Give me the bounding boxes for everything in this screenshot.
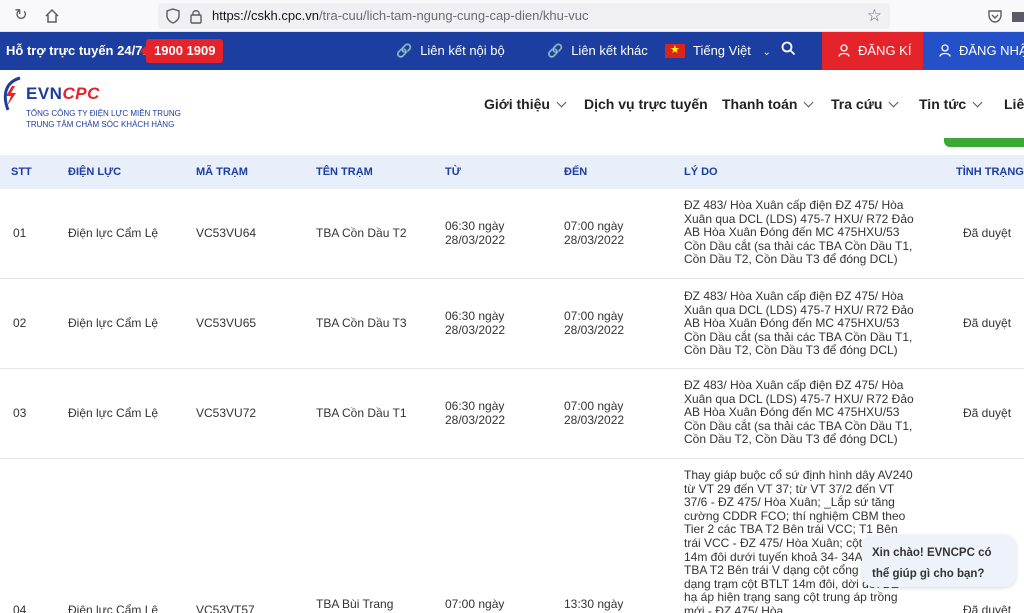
chevron-down-icon xyxy=(972,97,983,108)
cell-ten-tram: TBA Cồn Dầu T1 xyxy=(316,406,407,420)
url-text: https://cskh.cpc.vn/tra-cuu/lich-tam-ngu… xyxy=(212,8,589,23)
browser-toolbar: ↻ https://cskh.cpc.vn/tra-cuu/lich-tam-n… xyxy=(0,0,1024,32)
cell-tu: 06:30 ngày 28/03/2022 xyxy=(445,309,506,337)
cell-ly-do: ĐZ 483/ Hòa Xuân cấp điện ĐZ 475/ Hòa Xu… xyxy=(684,198,914,267)
column-header-tinh-trang: TÌNH TRẠNG xyxy=(956,166,1024,178)
logo-subtitle-center: TRUNG TÂM CHĂM SÓC KHÁCH HÀNG xyxy=(26,120,175,129)
cell-den: 07:00 ngày 28/03/2022 xyxy=(564,399,625,427)
cell-ma-tram: VC53VT57 xyxy=(196,603,255,613)
menu-dich-vu-truc-tuyen[interactable]: Dịch vụ trực tuyến xyxy=(584,96,708,112)
hotline-badge[interactable]: 1900 1909 xyxy=(139,39,224,63)
bookmark-star-icon[interactable]: ☆ xyxy=(867,6,882,26)
cell-ten-tram: TBA Bùi Trang xyxy=(316,597,394,611)
cell-tu: 07:00 ngày xyxy=(445,597,505,611)
chevron-down-icon xyxy=(556,97,567,108)
link-icon: 🔗 xyxy=(396,43,413,58)
support-label: Hỗ trợ trực tuyến 24/7: xyxy=(6,43,147,58)
language-selector[interactable]: Tiếng Việt ⌄ xyxy=(693,43,779,58)
table-row[interactable]: 02 Điện lực Cẩm Lệ VC53VU65 TBA Cồn Dầu … xyxy=(0,279,1024,369)
register-button[interactable]: ĐĂNG KÍ xyxy=(822,32,923,70)
column-header-den: ĐẾN xyxy=(564,166,588,178)
menu-tin-tuc[interactable]: Tin tức xyxy=(919,96,983,112)
menu-thanh-toan[interactable]: Thanh toán xyxy=(722,96,814,112)
logo-text[interactable]: EVNCPC xyxy=(26,84,100,104)
cell-stt: 01 xyxy=(13,226,27,240)
logo-subtitle-company: TỔNG CÔNG TY ĐIỆN LỰC MIỀN TRUNG xyxy=(26,109,181,118)
cell-ma-tram: VC53VU72 xyxy=(196,406,257,420)
chat-greeting-line1: Xin chào! EVNCPC có xyxy=(872,547,992,559)
chevron-down-icon: ⌄ xyxy=(762,47,771,58)
evn-logo-icon[interactable] xyxy=(0,76,22,112)
chat-greeting-line2: thể giúp gì cho bạn? xyxy=(872,568,985,580)
other-links-link[interactable]: 🔗 Liên kết khác xyxy=(547,43,648,59)
cell-tu: 06:30 ngày 28/03/2022 xyxy=(445,399,506,427)
reload-icon[interactable]: ↻ xyxy=(11,6,31,26)
cell-ly-do: ĐZ 483/ Hòa Xuân cấp điện ĐZ 475/ Hòa Xu… xyxy=(684,289,914,358)
site-header: EVNCPC TỔNG CÔNG TY ĐIỆN LỰC MIỀN TRUNG … xyxy=(0,70,1024,150)
menu-lien-he[interactable]: Liên xyxy=(1004,96,1024,112)
user-icon xyxy=(939,44,951,57)
extension-icon[interactable] xyxy=(1008,6,1024,26)
cell-ma-tram: VC53VU65 xyxy=(196,316,257,330)
table-row[interactable]: 03 Điện lực Cẩm Lệ VC53VU72 TBA Cồn Dầu … xyxy=(0,369,1024,459)
column-header-dien-luc: ĐIỆN LỰC xyxy=(68,166,122,178)
shield-icon[interactable] xyxy=(166,8,180,24)
cell-tinh-trang: Đã duyệt xyxy=(963,316,1012,330)
column-header-tu: TỪ xyxy=(445,166,461,178)
cell-tinh-trang: Đã duyệt xyxy=(963,603,1012,613)
cell-dien-luc: Điện lực Cẩm Lệ xyxy=(68,406,159,420)
cell-dien-luc: Điện lực Cẩm Lệ xyxy=(68,316,159,330)
cell-den: 07:00 ngày 28/03/2022 xyxy=(564,219,625,247)
cell-tinh-trang: Đã duyệt xyxy=(963,226,1012,240)
table-row[interactable]: 01 Điện lực Cẩm Lệ VC53VU64 TBA Cồn Dầu … xyxy=(0,189,1024,279)
top-bar: Hỗ trợ trực tuyến 24/7: 1900 1909 🔗 Liên … xyxy=(0,32,1024,70)
chevron-down-icon xyxy=(888,97,899,108)
chat-greeting-bubble[interactable]: Xin chào! EVNCPC có thể giúp gì cho bạn? xyxy=(862,535,1016,587)
pocket-icon[interactable] xyxy=(985,6,1005,26)
user-icon xyxy=(838,44,850,57)
green-accent-bar xyxy=(944,138,1024,147)
column-header-ten-tram: TÊN TRẠM xyxy=(316,166,373,178)
cell-den: 13:30 ngày xyxy=(564,597,624,611)
home-icon[interactable] xyxy=(42,6,62,26)
search-icon[interactable] xyxy=(781,41,796,60)
cell-stt: 02 xyxy=(13,316,27,330)
cell-ten-tram: TBA Cồn Dầu T3 xyxy=(316,316,407,330)
menu-gioi-thieu[interactable]: Giới thiệu xyxy=(484,96,567,112)
cell-stt: 03 xyxy=(13,406,27,420)
cell-dien-luc: Điện lực Cẩm Lệ xyxy=(68,603,159,613)
login-button[interactable]: ĐĂNG NHẬP xyxy=(923,32,1024,70)
cell-stt: 04 xyxy=(13,603,27,613)
vietnam-flag-icon: ★ xyxy=(665,44,685,58)
column-header-stt: STT xyxy=(11,166,32,178)
cell-tinh-trang: Đã duyệt xyxy=(963,406,1012,420)
table-header: STT ĐIỆN LỰC MÃ TRẠM TÊN TRẠM TỪ ĐẾN LÝ … xyxy=(0,155,1024,189)
cell-ten-tram: TBA Cồn Dầu T2 xyxy=(316,226,407,240)
cell-dien-luc: Điện lực Cẩm Lệ xyxy=(68,226,159,240)
chevron-down-icon xyxy=(803,97,814,108)
address-bar[interactable]: https://cskh.cpc.vn/tra-cuu/lich-tam-ngu… xyxy=(158,3,890,29)
link-icon: 🔗 xyxy=(547,43,564,58)
menu-tra-cuu[interactable]: Tra cứu xyxy=(831,96,899,112)
cell-tu: 06:30 ngày 28/03/2022 xyxy=(445,219,506,247)
internal-links-link[interactable]: 🔗 Liên kết nội bộ xyxy=(396,43,505,59)
lock-icon[interactable] xyxy=(189,8,203,24)
cell-den: 07:00 ngày 28/03/2022 xyxy=(564,309,625,337)
cell-ma-tram: VC53VU64 xyxy=(196,226,257,240)
column-header-ly-do: LÝ DO xyxy=(684,166,718,178)
cell-ly-do: ĐZ 483/ Hòa Xuân cấp điện ĐZ 475/ Hòa Xu… xyxy=(684,378,914,447)
column-header-ma-tram: MÃ TRẠM xyxy=(196,166,248,178)
